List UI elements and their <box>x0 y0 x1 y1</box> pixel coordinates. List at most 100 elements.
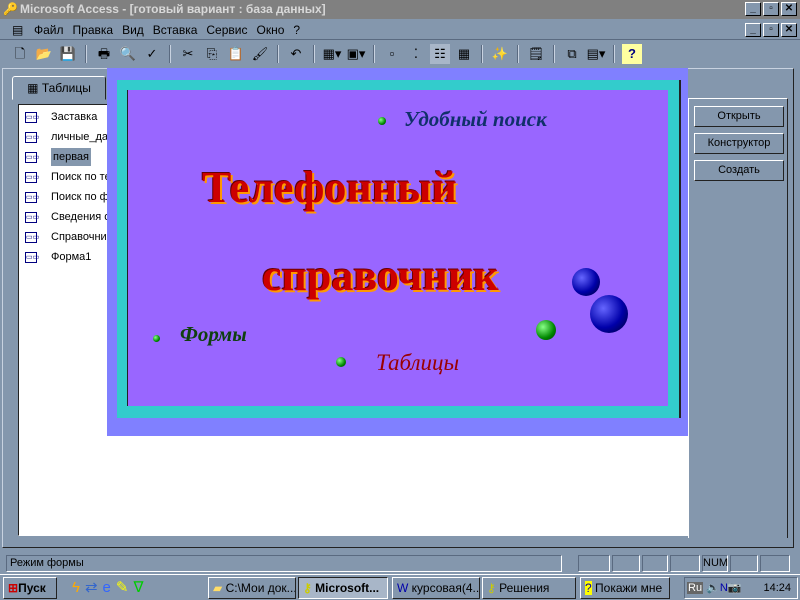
item-label: Форма1 <box>51 251 92 263</box>
list-item[interactable]: ▭▭ Заставка <box>25 108 97 126</box>
search-link[interactable]: Удобный поиск <box>404 107 547 132</box>
properties-icon[interactable]: 🗒 <box>526 44 546 64</box>
windows-logo-icon: ⊞ <box>8 581 19 595</box>
details-view-icon[interactable]: ▦ <box>454 44 474 64</box>
separator <box>277 45 279 63</box>
task-label: Microsoft... <box>315 581 380 595</box>
desktop-icon[interactable]: ⇄ <box>85 579 103 596</box>
task-label: C:\Мои док... <box>225 581 296 595</box>
word-icon: W <box>397 581 409 595</box>
db-window-icon: ▤ <box>12 23 24 37</box>
antivirus-icon[interactable]: N <box>720 582 728 594</box>
menu-help[interactable]: ? <box>293 23 300 37</box>
small-icons-icon[interactable]: ⁚ <box>406 44 426 64</box>
item-label: Заставка <box>51 111 98 123</box>
print-preview-icon[interactable]: 🔍 <box>118 44 138 64</box>
start-button[interactable]: ⊞Пуск <box>3 577 57 599</box>
status-box <box>612 555 640 572</box>
separator <box>613 45 615 63</box>
save-icon[interactable]: 💾 <box>58 44 78 64</box>
language-indicator[interactable]: Ru <box>687 582 704 594</box>
child-close-button[interactable]: ✕ <box>781 23 797 37</box>
task-word[interactable]: W курсовая(4... <box>392 577 480 599</box>
list-item[interactable]: ▭▭ Форма1 <box>25 248 91 266</box>
status-box <box>670 555 700 572</box>
office-links-icon[interactable]: ▦▾ <box>322 44 342 64</box>
spelling-icon[interactable]: ✓ <box>142 44 162 64</box>
status-box <box>760 555 790 572</box>
design-button[interactable]: Конструктор <box>694 133 784 154</box>
ie-icon[interactable]: e <box>103 579 116 596</box>
tool-icon[interactable]: ∇ <box>133 579 148 596</box>
menu-view[interactable]: Вид <box>122 23 144 37</box>
new-object-icon[interactable]: ▤▾ <box>586 44 606 64</box>
create-button[interactable]: Создать <box>694 160 784 181</box>
menu-edit[interactable]: Правка <box>73 23 114 37</box>
large-icons-icon[interactable]: ▫ <box>382 44 402 64</box>
list-item-selected[interactable]: ▭▭ первая <box>25 148 91 166</box>
open-button[interactable]: Открыть <box>694 106 784 127</box>
status-box <box>642 555 668 572</box>
print-icon[interactable]: 🖶 <box>94 44 114 64</box>
winamp-icon[interactable]: ϟ <box>72 579 85 596</box>
code-icon[interactable]: ✨ <box>490 44 510 64</box>
quick-launch: ϟ⇄e✎∇ <box>72 578 149 596</box>
item-label: Сведения о <box>51 211 111 223</box>
child-restore-button[interactable]: ▫ <box>763 23 779 37</box>
item-label: первая <box>51 148 91 166</box>
start-label: Пуск <box>18 581 46 595</box>
forms-bullet <box>153 335 160 342</box>
tables-bullet <box>336 357 346 367</box>
task-explorer[interactable]: ▰ C:\Мои док... <box>208 577 296 599</box>
decorative-ball <box>572 268 600 296</box>
table-icon: ▦ <box>27 81 42 95</box>
status-box <box>730 555 758 572</box>
item-label: Поиск по те <box>51 171 111 183</box>
format-painter-icon[interactable]: 🖌 <box>250 44 270 64</box>
menu-window[interactable]: Окно <box>256 23 284 37</box>
list-item[interactable]: ▭▭ Справочни <box>25 228 107 246</box>
separator <box>481 45 483 63</box>
volume-icon[interactable]: 🔈 <box>706 582 720 594</box>
paste-icon[interactable]: 📋 <box>226 44 246 64</box>
relationships-icon[interactable]: ⧉ <box>562 44 582 64</box>
form-icon: ▭▭ <box>25 251 40 263</box>
help-icon[interactable]: ? <box>622 44 642 64</box>
form-icon: ▭▭ <box>25 111 40 123</box>
menu-tools[interactable]: Сервис <box>206 23 247 37</box>
minimize-button[interactable]: _ <box>745 2 761 16</box>
new-icon[interactable]: 🗋 <box>10 44 30 64</box>
separator <box>553 45 555 63</box>
list-item[interactable]: ▭▭ Сведения о <box>25 208 110 226</box>
form-icon: ▭▭ <box>25 171 40 183</box>
key-icon: ⚷ <box>303 581 312 595</box>
tables-link[interactable]: Таблицы <box>376 350 459 376</box>
outlook-icon[interactable]: ✎ <box>116 579 134 596</box>
menu-file[interactable]: Файл <box>34 23 64 37</box>
forms-link[interactable]: Формы <box>180 322 247 347</box>
open-icon[interactable]: 📂 <box>34 44 54 64</box>
status-box <box>578 555 610 572</box>
list-view-icon[interactable]: ☷ <box>430 44 450 64</box>
cut-icon[interactable]: ✂ <box>178 44 198 64</box>
separator <box>517 45 519 63</box>
task-access[interactable]: ⚷ Microsoft... <box>298 577 388 599</box>
tab-tables[interactable]: ▦ Таблицы <box>12 76 106 100</box>
access-key-icon: 🔑 <box>3 2 18 16</box>
title-bar: 🔑 Microsoft Access - [готовый вариант : … <box>0 0 800 19</box>
separator <box>373 45 375 63</box>
list-item[interactable]: ▭▭ Поиск по ф <box>25 188 109 206</box>
form-icon: ▭▭ <box>25 231 40 243</box>
list-item[interactable]: ▭▭ личные_да <box>25 128 108 146</box>
menu-insert[interactable]: Вставка <box>153 23 198 37</box>
undo-icon[interactable]: ↶ <box>286 44 306 64</box>
copy-icon[interactable]: ⎘ <box>202 44 222 64</box>
child-minimize-button[interactable]: _ <box>745 23 761 37</box>
task-help[interactable]: ? Покажи мне <box>580 577 670 599</box>
list-item[interactable]: ▭▭ Поиск по те <box>25 168 111 186</box>
restore-button[interactable]: ▫ <box>763 2 779 16</box>
task-solutions[interactable]: ⚷ Решения <box>482 577 576 599</box>
analyze-icon[interactable]: ▣▾ <box>346 44 366 64</box>
close-button[interactable]: ✕ <box>781 2 797 16</box>
camera-icon[interactable]: 📷 <box>728 582 742 594</box>
